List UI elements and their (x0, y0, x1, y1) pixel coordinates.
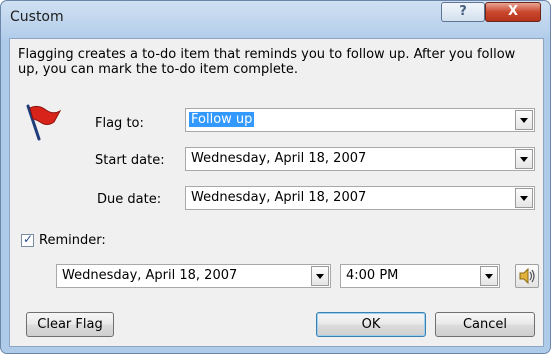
chevron-down-icon (316, 274, 324, 279)
dialog-window: Custom ? X Flagging creates a to-do item… (0, 0, 551, 354)
start-date-combo[interactable]: Wednesday, April 18, 2007 (185, 147, 535, 171)
chevron-down-icon (520, 118, 528, 123)
help-icon: ? (459, 4, 467, 19)
flag-to-label: Flag to: (95, 116, 144, 131)
checkmark-icon: ✓ (23, 232, 34, 246)
chevron-down-icon (520, 196, 528, 201)
speaker-icon (519, 267, 535, 285)
clear-flag-button[interactable]: Clear Flag (26, 312, 114, 337)
reminder-checkbox[interactable]: ✓ (21, 232, 34, 247)
reminder-sound-button[interactable] (515, 264, 539, 288)
reminder-time-dropdown-button[interactable] (480, 266, 498, 286)
dialog-body: Flagging creates a to-do item that remin… (9, 38, 544, 347)
ok-button[interactable]: OK (316, 312, 426, 337)
reminder-label: Reminder: (39, 233, 106, 248)
flag-to-dropdown-button[interactable] (515, 110, 533, 130)
close-icon: X (507, 4, 519, 19)
cancel-button[interactable]: Cancel (435, 312, 535, 337)
due-date-label: Due date: (97, 192, 162, 207)
due-date-combo[interactable]: Wednesday, April 18, 2007 (185, 186, 535, 210)
chevron-down-icon (520, 157, 528, 162)
chevron-down-icon (485, 274, 493, 279)
reminder-time-combo[interactable]: 4:00 PM (340, 264, 500, 288)
flag-to-combo[interactable]: Follow up (185, 108, 535, 132)
window-title: Custom (10, 9, 64, 25)
start-date-dropdown-button[interactable] (515, 149, 533, 169)
reminder-date-value: Wednesday, April 18, 2007 (62, 268, 238, 283)
help-button[interactable]: ? (441, 2, 485, 22)
due-date-dropdown-button[interactable] (515, 188, 533, 208)
due-date-value: Wednesday, April 18, 2007 (191, 190, 367, 205)
description-text: Flagging creates a to-do item that remin… (18, 47, 516, 77)
flag-to-value: Follow up (189, 112, 255, 127)
title-bar[interactable]: Custom ? X (1, 1, 550, 37)
reminder-time-value: 4:00 PM (346, 268, 399, 283)
red-flag-icon (26, 104, 62, 141)
start-date-value: Wednesday, April 18, 2007 (191, 151, 367, 166)
reminder-date-dropdown-button[interactable] (311, 266, 329, 286)
close-button[interactable]: X (485, 2, 541, 22)
reminder-date-combo[interactable]: Wednesday, April 18, 2007 (56, 264, 331, 288)
start-date-label: Start date: (95, 153, 165, 168)
